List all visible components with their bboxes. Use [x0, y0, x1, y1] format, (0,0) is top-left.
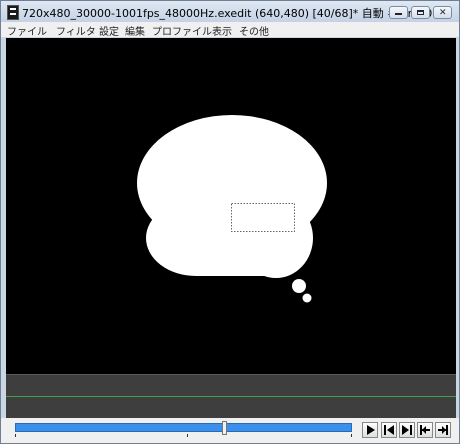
menu-profile[interactable]: プロファイル — [152, 23, 212, 38]
minimize-icon — [395, 13, 402, 15]
skip-to-start-icon — [420, 425, 430, 435]
menu-bar: ファイル フィルタ 設定 編集 プロファイル 表示 その他 — [1, 22, 459, 38]
title-bar[interactable]: 720x480_30000-1001fps_48000Hz.exedit (64… — [1, 1, 459, 22]
film-icon — [7, 5, 19, 20]
timeline-line — [6, 396, 456, 397]
prev-frame-button[interactable] — [381, 422, 397, 438]
window-title: 720x480_30000-1001fps_48000Hz.exedit (64… — [22, 7, 433, 20]
menu-settings[interactable]: 設定 — [99, 23, 119, 38]
seek-ticks — [15, 434, 352, 438]
skip-to-end-icon — [438, 425, 448, 435]
menu-file[interactable]: ファイル — [7, 23, 47, 38]
maximize-icon — [417, 10, 424, 15]
seek-bar[interactable] — [15, 421, 352, 435]
speech-bubble[interactable] — [6, 38, 456, 374]
menu-other[interactable]: その他 — [239, 23, 269, 38]
maximize-button[interactable] — [411, 6, 430, 19]
menu-view[interactable]: 表示 — [212, 23, 232, 38]
close-icon: ✕ — [439, 8, 447, 18]
timeline-strip[interactable] — [6, 374, 456, 419]
play-button[interactable] — [362, 422, 378, 438]
step-forward-icon — [402, 425, 412, 435]
next-frame-button[interactable] — [399, 422, 415, 438]
menu-edit[interactable]: 編集 — [125, 23, 145, 38]
seek-thumb[interactable] — [222, 421, 227, 435]
minimize-button[interactable] — [389, 6, 408, 19]
go-end-button[interactable] — [435, 422, 451, 438]
aviutl-window: 720x480_30000-1001fps_48000Hz.exedit (64… — [0, 0, 460, 444]
go-start-button[interactable] — [417, 422, 433, 438]
close-button[interactable]: ✕ — [433, 6, 452, 19]
preview-canvas[interactable] — [6, 38, 456, 374]
menu-filter[interactable]: フィルタ — [56, 23, 96, 38]
step-back-icon — [384, 425, 394, 435]
play-icon — [367, 425, 375, 435]
